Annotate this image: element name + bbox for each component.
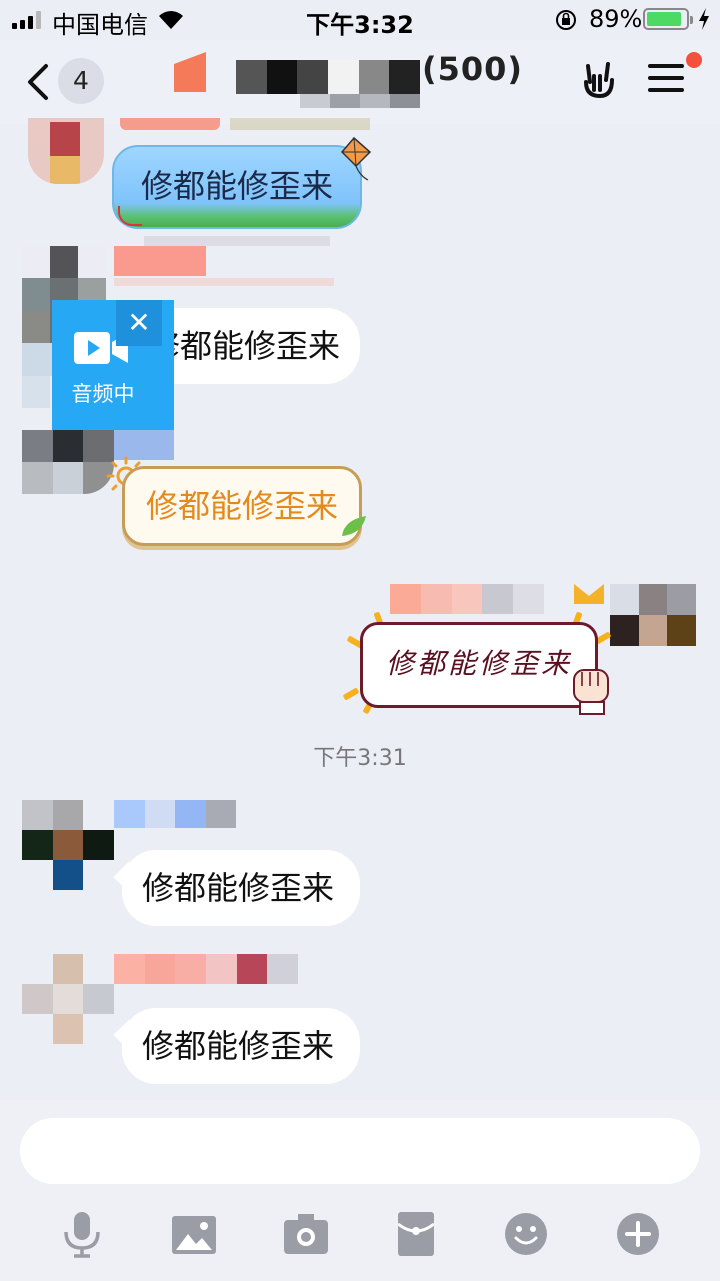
message-timestamp: 下午3:31 [313,746,407,771]
kite-icon [340,136,372,181]
avatar[interactable] [22,954,114,1044]
menu-icon[interactable] [648,64,684,94]
sender-title-redacted [230,118,370,130]
unread-count-badge[interactable]: 4 [58,58,104,104]
battery-icon [643,8,693,30]
input-panel [0,1100,720,1281]
message-bubble[interactable]: 修都能修歪来 [122,850,360,926]
sender-name-faded [114,278,334,286]
faded-name-redacted [144,236,330,246]
battery-percent: 89% [589,5,643,33]
red-packet-icon[interactable] [398,1212,434,1256]
burst-ray [342,687,360,701]
microphone-icon[interactable] [62,1212,102,1258]
chat-title: (500) [422,50,524,88]
leaf-icon [342,516,366,536]
avatar[interactable] [28,118,104,184]
sender-name-redacted [120,118,220,130]
rock-hand-icon[interactable] [580,60,620,100]
notification-dot [686,52,702,68]
sender-name-redacted [390,584,544,614]
image-icon[interactable] [172,1216,216,1254]
call-status-label: 音频中 [71,382,135,406]
sender-name-redacted [114,800,236,828]
message-bubble-sun[interactable]: 修都能修歪来 [122,466,362,546]
message-bubble-kite[interactable]: 修都能修歪来 [112,145,362,229]
status-bar: 中国电信 下午3:32 89% [0,0,720,40]
avatar[interactable] [22,800,114,890]
avatar[interactable] [22,430,114,494]
pixelated-subtitle [300,94,420,108]
emoji-icon[interactable] [504,1212,548,1256]
close-icon[interactable]: ✕ [116,300,162,346]
call-window-extension [114,408,174,430]
pixelated-group-name [236,60,420,94]
camera-icon[interactable] [284,1214,328,1254]
message-bubble-fist[interactable]: 修都能修歪来 [360,622,598,708]
plus-icon[interactable] [616,1212,660,1256]
message-input[interactable] [20,1118,700,1184]
rotation-lock-icon [556,10,576,30]
sender-name-redacted [114,246,206,276]
avatar[interactable] [610,584,696,646]
charging-icon [699,8,709,30]
back-arrow-icon[interactable] [24,62,52,102]
message-bubble[interactable]: 修都能修歪来 [122,1008,360,1084]
crown-icon [574,584,604,604]
sender-name-redacted [114,954,298,984]
fist-icon [573,669,609,715]
